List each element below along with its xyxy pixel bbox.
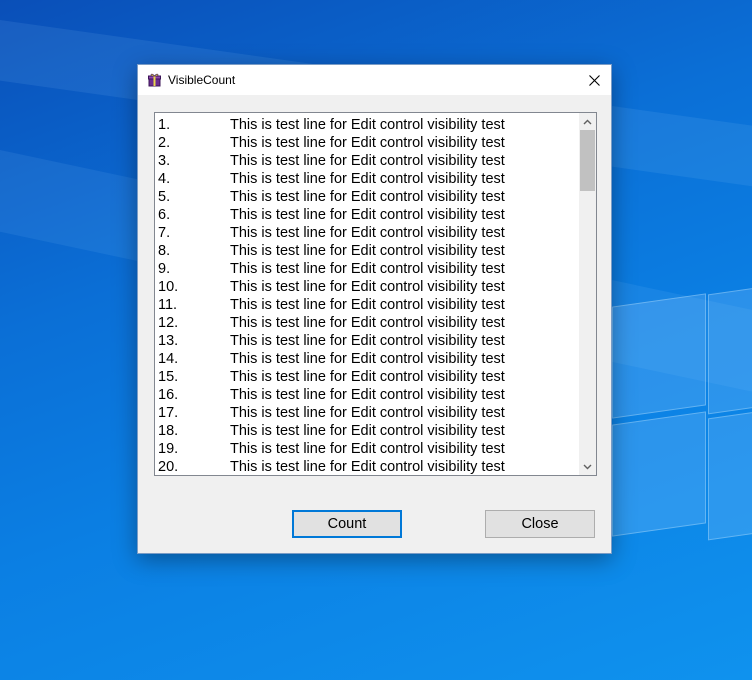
line-number: 16.	[158, 387, 179, 403]
edit-line: 9. This is test line for Edit control vis…	[158, 260, 578, 278]
line-number: 19.	[158, 441, 179, 457]
windows-logo-pane	[708, 285, 752, 415]
multiline-edit-control[interactable]: 1. This is test line for Edit control vis…	[154, 112, 597, 476]
windows-logo-pane	[612, 293, 706, 419]
line-text: This is test line for Edit control visib…	[230, 315, 505, 331]
visiblecount-window: VisibleCount 1. This is test line for Edi…	[137, 64, 612, 554]
edit-line: 19. This is test line for Edit control vi…	[158, 440, 578, 458]
line-text: This is test line for Edit control visib…	[230, 405, 505, 421]
line-text: This is test line for Edit control visib…	[230, 135, 505, 151]
line-text: This is test line for Edit control visib…	[230, 333, 505, 349]
line-text: This is test line for Edit control visib…	[230, 189, 505, 205]
line-number: 6.	[158, 207, 171, 223]
line-number: 8.	[158, 243, 171, 259]
edit-line: 17. This is test line for Edit control vi…	[158, 404, 578, 422]
line-text: This is test line for Edit control visib…	[230, 243, 505, 259]
line-text: This is test line for Edit control visib…	[230, 153, 505, 169]
line-number: 5.	[158, 189, 171, 205]
edit-line: 14. This is test line for Edit control vi…	[158, 350, 578, 368]
line-text: This is test line for Edit control visib…	[230, 423, 505, 439]
edit-line: 3. This is test line for Edit control vis…	[158, 152, 578, 170]
edit-line: 10. This is test line for Edit control vi…	[158, 278, 578, 296]
line-text: This is test line for Edit control visib…	[230, 207, 505, 223]
close-icon	[588, 74, 600, 86]
line-text: This is test line for Edit control visib…	[230, 297, 505, 313]
edit-line: 4. This is test line for Edit control vis…	[158, 170, 578, 188]
gift-icon	[148, 73, 161, 87]
close-button[interactable]: Close	[485, 510, 595, 538]
line-number: 3.	[158, 153, 171, 169]
line-number: 4.	[158, 171, 171, 187]
edit-line: 2. This is test line for Edit control vis…	[158, 134, 578, 152]
edit-line: 13. This is test line for Edit control vi…	[158, 332, 578, 350]
edit-line: 15. This is test line for Edit control vi…	[158, 368, 578, 386]
edit-line: 12. This is test line for Edit control vi…	[158, 314, 578, 332]
window-close-button[interactable]	[577, 65, 611, 95]
line-text: This is test line for Edit control visib…	[230, 261, 505, 277]
line-number: 7.	[158, 225, 171, 241]
line-number: 12.	[158, 315, 179, 331]
line-number: 2.	[158, 135, 171, 151]
edit-line: 6. This is test line for Edit control vis…	[158, 206, 578, 224]
scroll-up-button[interactable]	[579, 113, 596, 130]
vertical-scrollbar[interactable]	[579, 113, 596, 475]
line-number: 18.	[158, 423, 179, 439]
scroll-down-button[interactable]	[579, 458, 596, 475]
line-text: This is test line for Edit control visib…	[230, 117, 505, 133]
line-number: 9.	[158, 261, 171, 277]
line-number: 1.	[158, 117, 171, 133]
line-number: 20.	[158, 459, 179, 475]
edit-line: 16. This is test line for Edit control vi…	[158, 386, 578, 404]
edit-line: 18. This is test line for Edit control vi…	[158, 422, 578, 440]
line-text: This is test line for Edit control visib…	[230, 369, 505, 385]
window-title: VisibleCount	[168, 73, 236, 87]
chevron-up-icon	[583, 119, 592, 124]
line-text: This is test line for Edit control visib…	[230, 225, 505, 241]
edit-line: 7. This is test line for Edit control vis…	[158, 224, 578, 242]
title-bar[interactable]: VisibleCount	[138, 65, 611, 95]
line-text: This is test line for Edit control visib…	[230, 441, 505, 457]
edit-lines: 1. This is test line for Edit control vis…	[158, 116, 578, 475]
edit-line: 5. This is test line for Edit control vis…	[158, 188, 578, 206]
count-button[interactable]: Count	[292, 510, 402, 538]
edit-line: 8. This is test line for Edit control vis…	[158, 242, 578, 260]
edit-line: 20. This is test line for Edit control vi…	[158, 458, 578, 475]
line-text: This is test line for Edit control visib…	[230, 351, 505, 367]
line-number: 14.	[158, 351, 179, 367]
line-number: 15.	[158, 369, 179, 385]
line-number: 11.	[158, 297, 178, 313]
edit-line: 1. This is test line for Edit control vis…	[158, 116, 578, 134]
line-text: This is test line for Edit control visib…	[230, 459, 505, 475]
windows-logo-pane	[612, 411, 706, 537]
edit-line: 11. This is test line for Edit control vi…	[158, 296, 578, 314]
line-number: 13.	[158, 333, 179, 349]
line-number: 10.	[158, 279, 179, 295]
line-number: 17.	[158, 405, 179, 421]
line-text: This is test line for Edit control visib…	[230, 279, 505, 295]
line-text: This is test line for Edit control visib…	[230, 387, 505, 403]
chevron-down-icon	[583, 464, 592, 469]
scroll-thumb[interactable]	[580, 130, 595, 191]
windows-logo-pane	[708, 409, 752, 541]
line-text: This is test line for Edit control visib…	[230, 171, 505, 187]
